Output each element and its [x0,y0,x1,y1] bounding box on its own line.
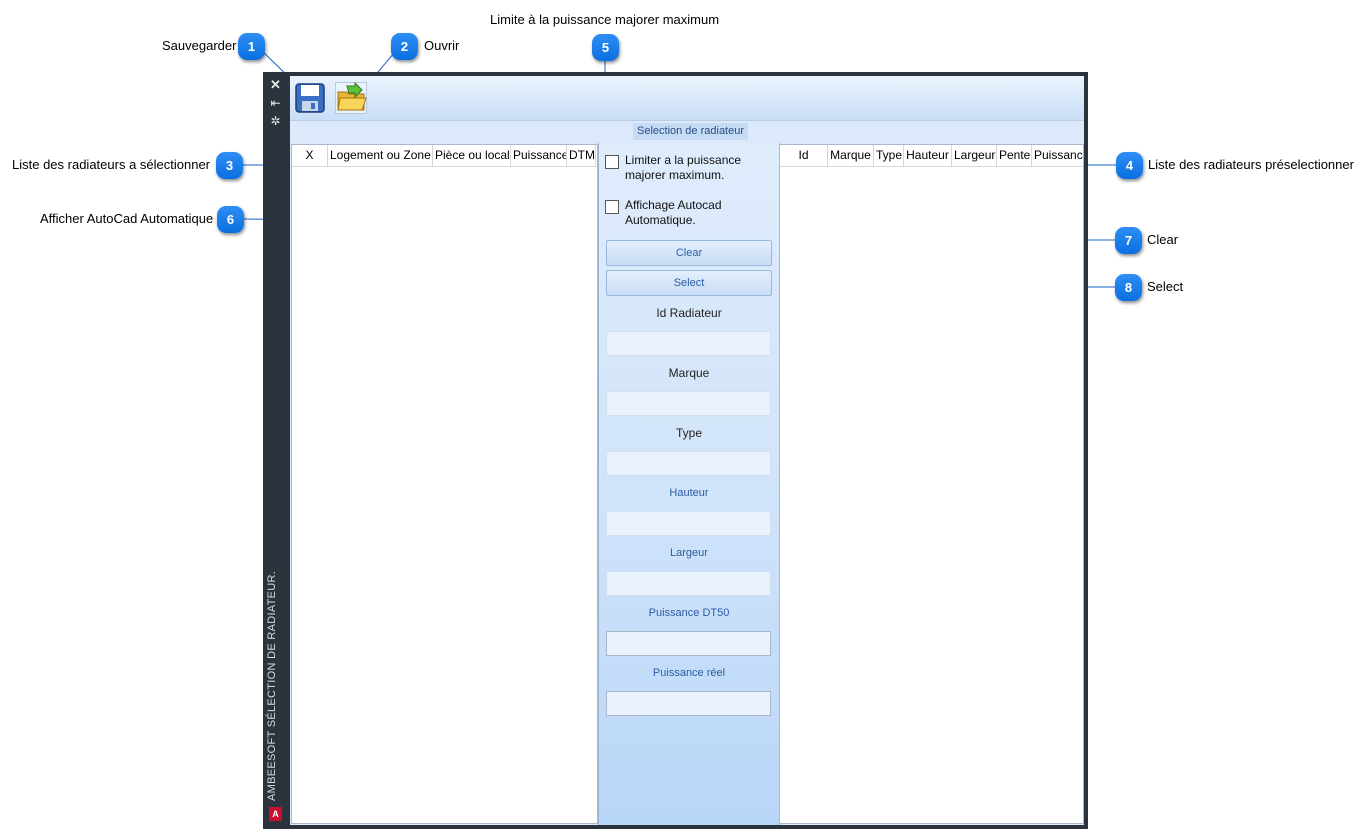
autocad-display-checkbox-row[interactable]: Affichage Autocad Automatique. [605,198,765,228]
callout-label-left-list: Liste des radiateurs a sélectionner [12,157,211,172]
open-folder-icon[interactable] [335,82,367,114]
id-radiateur-field[interactable] [606,331,771,356]
limit-power-checkbox-row[interactable]: Limiter a la puissance majorer maximum. [605,153,765,183]
column-header[interactable]: DTM [567,145,596,166]
column-header[interactable]: Largeur [952,145,997,166]
palette-sidebar: ✕ ⇤ ✲ AMBEESOFT SÉLECTION DE RADIATEUR. … [263,72,288,829]
settings-icon[interactable]: ✲ [263,114,288,128]
callout-badge-8: 8 [1115,274,1142,301]
clear-button[interactable]: Clear [606,240,772,266]
palette-title: AMBEESOFT SÉLECTION DE RADIATEUR. [266,570,278,801]
toolbar [290,76,1084,121]
pin-icon[interactable]: ⇤ [263,96,288,110]
hauteur-label: Hauteur [669,487,709,499]
id-radiateur-label: Id Radiateur [656,306,722,320]
column-header[interactable]: Hauteur [904,145,952,166]
callout-badge-6: 6 [217,206,244,233]
puissance-reel-field[interactable] [606,691,771,716]
grid-header: X Logement ou Zone Pièce ou local Puissa… [292,145,597,167]
grid-header: Id Marque Type Hauteur Largeur Pente Pui… [780,145,1083,167]
column-header[interactable]: Id [780,145,828,166]
palette-content: Selection de radiateur X Logement ou Zon… [290,76,1084,825]
radiator-selection-window: ✕ ⇤ ✲ AMBEESOFT SÉLECTION DE RADIATEUR. … [263,72,1088,829]
column-header[interactable]: Pièce ou local [433,145,511,166]
close-icon[interactable]: ✕ [263,78,288,92]
radiators-to-select-grid[interactable]: X Logement ou Zone Pièce ou local Puissa… [291,144,598,824]
callout-label-autocad: Afficher AutoCad Automatique [40,211,214,226]
callout-badge-7: 7 [1115,227,1142,254]
type-field[interactable] [606,451,771,476]
type-label: Type [675,426,702,440]
limit-power-checkbox[interactable] [605,155,619,169]
autocad-logo-icon: A [269,807,282,821]
largeur-field[interactable] [606,571,771,596]
column-header[interactable]: Logement ou Zone [328,145,433,166]
callout-label-right-list: Liste des radiateurs préselectionner [1148,157,1354,172]
callout-label-select: Select [1147,279,1184,294]
callout-badge-1: 1 [238,33,265,60]
marque-label: Marque [668,366,710,380]
marque-field[interactable] [606,391,771,416]
puissance-dt50-label: Puissance DT50 [648,607,730,619]
callout-label-limit: Limite à la puissance majorer maximum [490,12,720,27]
callout-label-clear: Clear [1147,232,1179,247]
column-header[interactable]: Puissance [1032,145,1083,166]
column-header[interactable]: X [292,145,328,166]
column-header[interactable]: Puissance [511,145,567,166]
preselected-radiators-grid[interactable]: Id Marque Type Hauteur Largeur Pente Pui… [779,144,1084,824]
puissance-reel-label: Puissance réel [652,667,726,679]
puissance-dt50-field[interactable] [606,631,771,656]
column-header[interactable]: Marque [828,145,874,166]
autocad-display-checkbox[interactable] [605,200,619,214]
autocad-display-label: Affichage Autocad Automatique. [625,198,722,227]
callout-label-open: Ouvrir [424,38,460,53]
group-header: Selection de radiateur [290,121,1084,143]
callout-badge-2: 2 [391,33,418,60]
callout-badge-4: 4 [1116,152,1143,179]
hauteur-field[interactable] [606,511,771,536]
group-title: Selection de radiateur [633,123,749,140]
largeur-label: Largeur [670,547,708,559]
column-header[interactable]: Type [874,145,904,166]
limit-power-label: Limiter a la puissance majorer maximum. [625,153,742,182]
callout-label-save: Sauvegarder [162,38,237,53]
callout-badge-5: 5 [592,34,619,61]
column-header[interactable]: Pente [997,145,1032,166]
selection-panel: Limiter a la puissance majorer maximum. … [598,143,780,825]
floppy-disk-icon[interactable] [294,82,326,114]
select-button[interactable]: Select [606,270,772,296]
callout-badge-3: 3 [216,152,243,179]
